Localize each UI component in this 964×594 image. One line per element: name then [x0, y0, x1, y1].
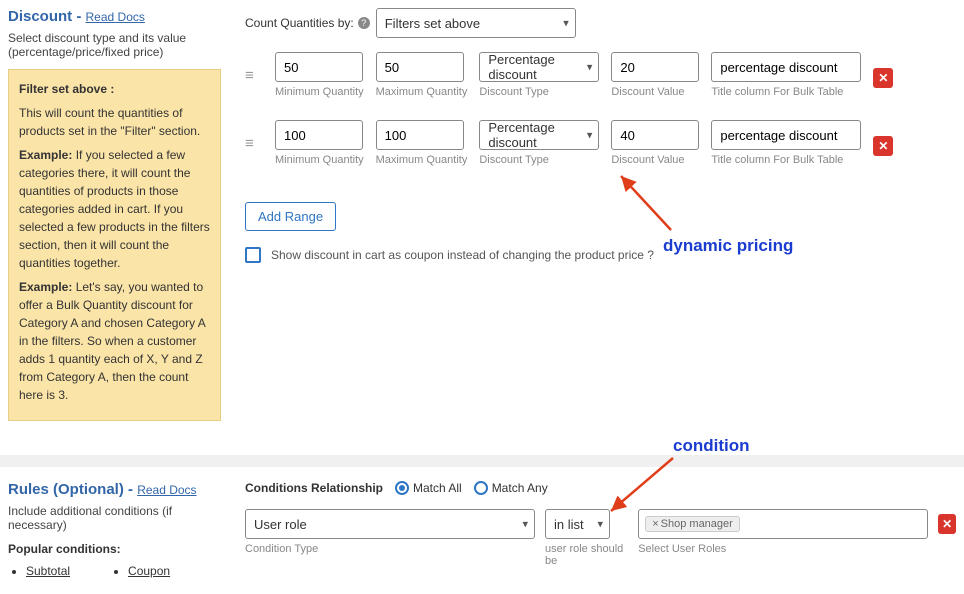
range-row: ≡ Minimum Quantity Maximum Quantity Percent…	[245, 52, 956, 98]
discount-type-select[interactable]: Percentage discount▾	[479, 52, 599, 82]
info-icon[interactable]: ?	[358, 17, 370, 29]
chevron-down-icon: ▾	[597, 518, 603, 531]
discount-desc: Select discount type and its value (perc…	[8, 31, 221, 59]
popular-cond-subtotal[interactable]: Subtotal	[26, 564, 70, 578]
discount-type-label: Discount Type	[479, 86, 599, 98]
condition-operator-select[interactable]: in list ▾	[545, 509, 610, 539]
discount-read-docs-link[interactable]: Read Docs	[86, 10, 145, 24]
annotation-condition: condition	[673, 436, 749, 456]
discount-type-select[interactable]: Percentage discount▾	[479, 120, 599, 150]
bulk-title-label: Title column For Bulk Table	[711, 86, 861, 98]
discount-value-label: Discount Value	[611, 154, 699, 166]
count-quantities-label: Count Quantities by:	[245, 16, 354, 30]
filter-help-box: Filter set above : This will count the q…	[8, 69, 221, 421]
conditions-relationship-label: Conditions Relationship	[245, 481, 383, 495]
chevron-down-icon: ▾	[587, 129, 593, 142]
rules-read-docs-link[interactable]: Read Docs	[137, 483, 196, 497]
max-quantity-input[interactable]	[376, 120, 464, 150]
bulk-title-input[interactable]	[711, 120, 861, 150]
rules-desc: Include additional conditions (if necess…	[8, 504, 221, 532]
bulk-title-label: Title column For Bulk Table	[711, 154, 861, 166]
condition-type-label: Condition Type	[245, 543, 535, 555]
match-all-radio[interactable]	[395, 481, 409, 495]
min-quantity-input[interactable]	[275, 52, 363, 82]
match-all-label: Match All	[413, 481, 462, 495]
discount-value-input[interactable]	[611, 120, 699, 150]
bulk-title-input[interactable]	[711, 52, 861, 82]
chevron-down-icon: ▾	[563, 17, 569, 30]
discount-title: Discount - Read Docs	[8, 8, 221, 25]
user-roles-input[interactable]: ×Shop manager	[638, 509, 928, 539]
range-row: ≡ Minimum Quantity Maximum Quantity Percent…	[245, 120, 956, 166]
condition-type-select[interactable]: User role ▾	[245, 509, 535, 539]
user-roles-label: Select User Roles	[638, 543, 928, 555]
rules-title: Rules (Optional) - Read Docs	[8, 481, 221, 498]
role-tag[interactable]: ×Shop manager	[645, 516, 740, 532]
min-quantity-label: Minimum Quantity	[275, 154, 364, 166]
discount-value-label: Discount Value	[611, 86, 699, 98]
max-quantity-label: Maximum Quantity	[376, 154, 468, 166]
add-range-button[interactable]: Add Range	[245, 202, 336, 231]
match-any-label: Match Any	[492, 481, 548, 495]
delete-condition-button[interactable]: ✕	[938, 514, 956, 534]
popular-conditions-label: Popular conditions:	[8, 542, 221, 556]
discount-type-label: Discount Type	[479, 154, 599, 166]
delete-range-button[interactable]: ✕	[873, 68, 893, 88]
drag-handle-icon[interactable]: ≡	[245, 67, 263, 84]
drag-handle-icon[interactable]: ≡	[245, 135, 263, 152]
condition-operator-label: user role should be	[545, 543, 628, 567]
match-any-radio[interactable]	[474, 481, 488, 495]
min-quantity-input[interactable]	[275, 120, 363, 150]
count-quantities-select[interactable]: Filters set above ▾	[376, 8, 576, 38]
show-coupon-checkbox[interactable]	[245, 247, 261, 263]
show-coupon-label: Show discount in cart as coupon instead …	[271, 248, 654, 262]
max-quantity-label: Maximum Quantity	[376, 86, 468, 98]
chevron-down-icon: ▾	[522, 518, 528, 531]
max-quantity-input[interactable]	[376, 52, 464, 82]
popular-cond-coupon[interactable]: Coupon	[128, 564, 170, 578]
delete-range-button[interactable]: ✕	[873, 136, 893, 156]
chevron-down-icon: ▾	[587, 61, 593, 74]
min-quantity-label: Minimum Quantity	[275, 86, 364, 98]
discount-value-input[interactable]	[611, 52, 699, 82]
